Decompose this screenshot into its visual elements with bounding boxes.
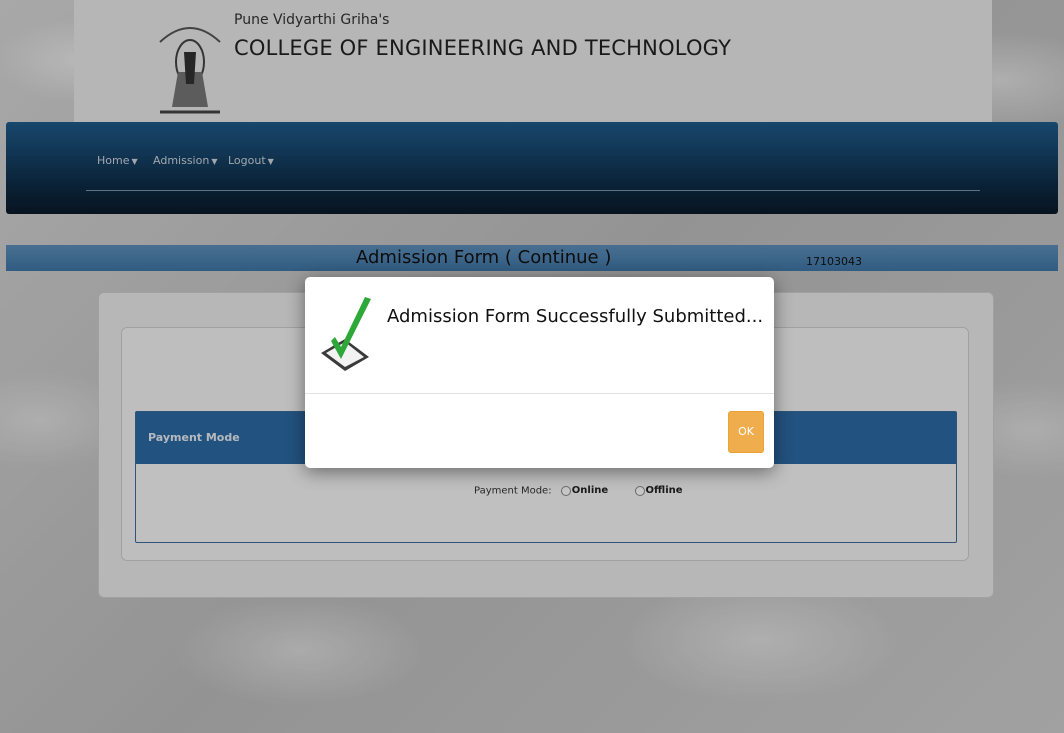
ok-button[interactable]: OK: [728, 411, 764, 453]
dialog-body: Admission Form Successfully Submitted...: [305, 277, 774, 394]
checkmark-icon: [321, 297, 371, 371]
dialog-message: Admission Form Successfully Submitted...: [387, 306, 764, 327]
success-dialog: Admission Form Successfully Submitted...…: [305, 277, 774, 468]
